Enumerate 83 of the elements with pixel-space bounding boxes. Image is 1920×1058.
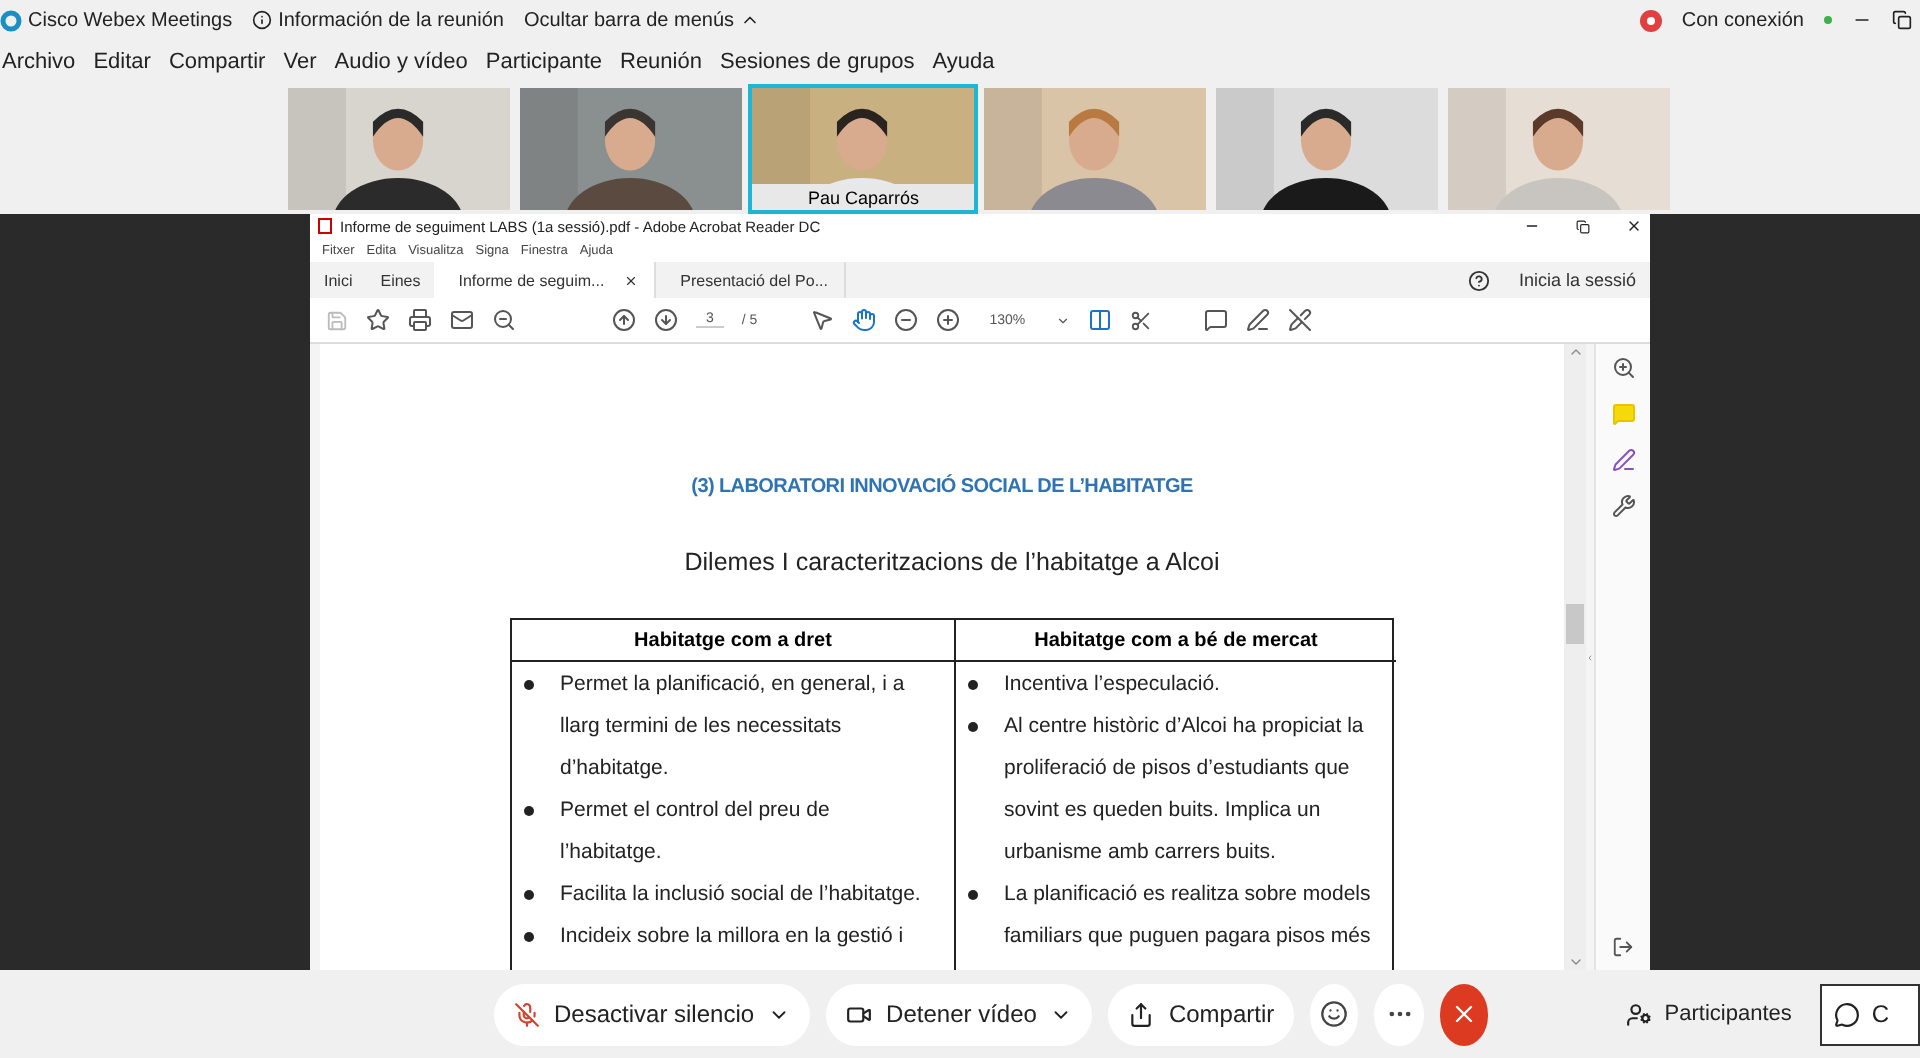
record-icon[interactable]: [1639, 9, 1662, 31]
star-icon[interactable]: [366, 308, 390, 332]
section-subtitle: Dilemes I caracteritzacions de l’habitatge a Alcoi: [684, 548, 1220, 576]
bullet-icon: [524, 932, 534, 942]
webex-logo-icon: [0, 9, 22, 31]
print-icon[interactable]: [408, 308, 432, 332]
bullet-text: Facilita la inclusió social de l’habitatge.: [560, 880, 921, 910]
bullet-icon: [524, 890, 534, 900]
nav-tab[interactable]: Inici: [310, 262, 367, 298]
caret-icon[interactable]: [1055, 313, 1070, 327]
sign-icon[interactable]: [1287, 308, 1312, 332]
pointer-icon[interactable]: [809, 308, 834, 332]
pen-icon[interactable]: [1611, 448, 1635, 472]
scroll-up-icon[interactable]: [1567, 344, 1583, 360]
bullet-text: Al centre històric d’Alcoi ha propiciat la proliferació de pisos d’estudiants que sovint es queden buits. Implica un urbanisme amb carrers buits.: [1004, 712, 1364, 868]
menu-item[interactable]: Sesiones de grupos: [719, 50, 915, 74]
mute-button[interactable]: Desactivar silencio: [494, 983, 811, 1045]
video-button[interactable]: Detener vídeo: [826, 983, 1093, 1045]
restore-icon[interactable]: [1892, 10, 1912, 30]
menu-item[interactable]: Compartir: [168, 50, 266, 74]
column-header: Habitatge com a dret: [512, 620, 954, 662]
share-button[interactable]: Compartir: [1108, 983, 1295, 1045]
restore-icon[interactable]: [1576, 219, 1590, 233]
close-icon[interactable]: [624, 273, 639, 287]
column-header: Habitatge com a bé de mercat: [954, 620, 1396, 662]
scissors-icon[interactable]: [1129, 309, 1152, 331]
expand-pane-icon[interactable]: [1612, 936, 1634, 958]
bullet-text: Permet la planificació, en general, i a llarg termini de les necessitats d’habitatge.: [560, 670, 905, 784]
hide-menu-button[interactable]: Ocultar barra de menús: [523, 9, 761, 31]
document-tab[interactable]: Informe de seguim...: [434, 262, 657, 298]
section-heading: (3) LABORATORI INNOVACIÓ SOCIAL DE L’HABITATGE: [691, 476, 1193, 498]
info-icon: [252, 10, 273, 30]
bullet-icon: [524, 680, 534, 690]
bullet-text: La planificació es realitza sobre models familiars que puguen pagara pisos més: [1004, 880, 1371, 952]
menu-item[interactable]: Reunión: [620, 50, 702, 74]
participants-button[interactable]: Participantes: [1614, 983, 1804, 1045]
connection-status: Con conexión: [1681, 9, 1804, 31]
bullet-text: Permet el control del preu de l’habitatge.: [560, 796, 830, 868]
meeting-info-button[interactable]: Información de la reunión: [252, 9, 504, 31]
bullet-text: Incideix sobre la millora en la gestió i: [560, 922, 904, 952]
status-dot-icon: [1824, 16, 1832, 24]
menu-item[interactable]: Participante: [485, 50, 602, 74]
help-icon[interactable]: [1468, 269, 1491, 291]
menu-item[interactable]: Editar: [93, 50, 151, 74]
scroll-thumb[interactable]: [1566, 604, 1584, 644]
chat-button[interactable]: C: [1819, 983, 1920, 1045]
share-icon: [1128, 1001, 1155, 1027]
nav-tab[interactable]: Eines: [366, 262, 435, 298]
pen-icon[interactable]: [1245, 308, 1270, 332]
menu-item[interactable]: Ayuda: [932, 50, 995, 74]
bullet-icon: [968, 722, 978, 732]
comment-icon[interactable]: [1203, 308, 1228, 332]
scroll-down-icon[interactable]: [1567, 954, 1583, 970]
mail-icon[interactable]: [450, 308, 474, 332]
previous-page-icon[interactable]: [612, 308, 636, 332]
mic-off-icon: [514, 1001, 540, 1027]
reactions-button[interactable]: [1310, 983, 1359, 1045]
bullet-icon: [968, 680, 978, 690]
video-tile[interactable]: Pau Caparrós: [748, 84, 978, 214]
app-title: Cisco Webex Meetings: [0, 9, 233, 31]
zoom-out-icon[interactable]: [893, 308, 918, 332]
search-icon[interactable]: [492, 308, 516, 332]
close-icon[interactable]: [1626, 218, 1642, 234]
wrench-icon[interactable]: [1611, 494, 1635, 518]
chat-icon: [1833, 1001, 1860, 1027]
leave-button[interactable]: [1439, 983, 1489, 1045]
sign-in-link[interactable]: Inicia la sessió: [1504, 262, 1650, 298]
menu-item[interactable]: Audio y vídeo: [334, 50, 468, 74]
menu-item[interactable]: Archivo: [2, 50, 76, 74]
hand-icon[interactable]: [851, 308, 876, 332]
smiley-icon: [1320, 1000, 1349, 1028]
bullet-icon: [524, 806, 534, 816]
next-page-icon[interactable]: [654, 308, 678, 332]
page-layout-icon[interactable]: [1087, 308, 1112, 332]
scrollbar[interactable]: [1564, 344, 1586, 970]
person-icon: [1626, 1001, 1653, 1027]
bullet-text: Incentiva l’especulació.: [1004, 670, 1220, 700]
zoom-icon[interactable]: [1611, 356, 1635, 380]
zoom-in-icon[interactable]: [935, 308, 960, 332]
menu-item[interactable]: Ver: [283, 50, 317, 74]
participant-name: Pau Caparrós: [752, 184, 974, 210]
camera-icon: [846, 1001, 873, 1027]
bullet-icon: [968, 890, 978, 900]
